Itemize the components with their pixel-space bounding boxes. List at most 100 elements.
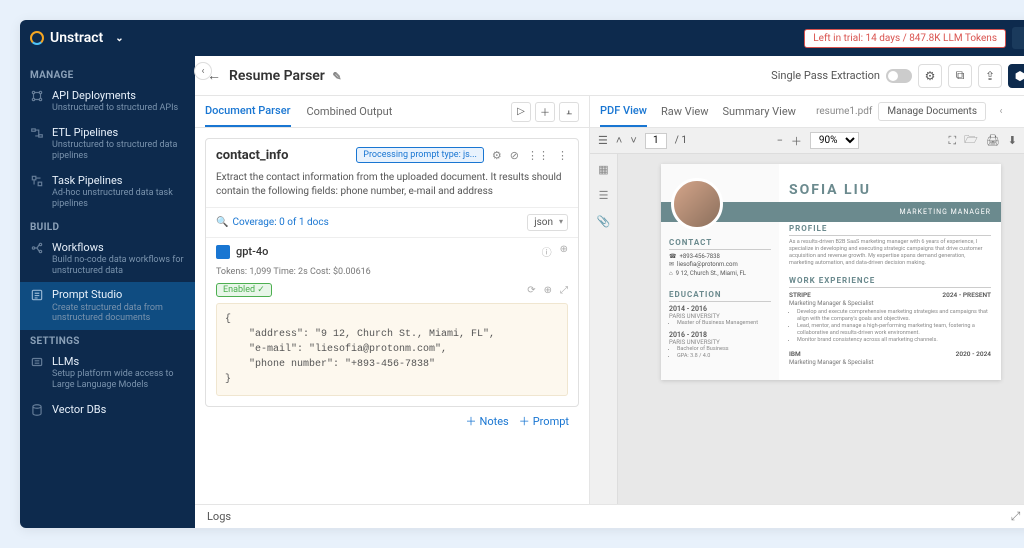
brand-logo-icon xyxy=(30,31,44,45)
llm-icon xyxy=(30,355,44,369)
resume-work-title: WORK EXPERIENCE xyxy=(789,276,991,288)
document-view-pane: PDF View Raw View Summary View resume1.p… xyxy=(590,96,1024,504)
resume-education-title: EDUCATION xyxy=(669,290,771,302)
processing-badge: Processing prompt type: js... xyxy=(356,147,484,163)
single-pass-label: Single Pass Extraction xyxy=(771,69,880,82)
pdf-outline-icon[interactable]: ☰ xyxy=(595,186,613,204)
tab-combined-output[interactable]: Combined Output xyxy=(307,97,393,126)
logs-expand-icon[interactable]: ⤢ xyxy=(1011,509,1021,524)
search-icon: 🔍 xyxy=(216,217,228,228)
sidebar-item-task-pipelines[interactable]: Task PipelinesAd-hoc unstructured data t… xyxy=(20,168,195,216)
model-provider-icon xyxy=(216,245,230,259)
logs-label: Logs xyxy=(207,510,231,523)
tab-document-parser[interactable]: Document Parser xyxy=(205,96,291,127)
prompt-stats: Tokens: 1,099 Time: 2s Cost: $0.00616 xyxy=(206,265,578,283)
share-button[interactable]: ⇪ xyxy=(978,64,1002,88)
add-notes-button[interactable]: ＋Notes xyxy=(466,413,509,429)
pdf-download-icon[interactable]: ⬇ xyxy=(1008,134,1017,147)
resume-document: MARKETING MANAGER CONTACT ☎+893-456-7838… xyxy=(661,164,1001,380)
manage-documents-button[interactable]: Manage Documents xyxy=(878,102,986,121)
email-icon: ✉ xyxy=(669,261,674,269)
pdf-page-total: / 1 xyxy=(675,135,687,146)
tab-summary-view[interactable]: Summary View xyxy=(723,97,796,126)
sidebar-item-llms[interactable]: LLMsSetup platform wide access to Large … xyxy=(20,349,195,397)
plus-icon: ＋ xyxy=(466,413,477,429)
workflow-icon xyxy=(30,241,44,255)
pdf-up-icon[interactable]: ˄ xyxy=(616,134,622,147)
pdf-print-icon[interactable]: 🖨 xyxy=(986,134,1000,147)
result-refresh-icon[interactable]: ⟳ xyxy=(527,285,535,296)
add-button[interactable]: ＋ xyxy=(535,102,555,122)
prompt-studio-icon xyxy=(30,288,44,302)
prompt-card: contact_info Processing prompt type: js.… xyxy=(205,138,579,407)
sidebar-section-build: BUILD xyxy=(20,216,195,235)
play-icon: ▷ xyxy=(517,106,525,117)
next-doc-button[interactable]: › xyxy=(1016,103,1024,121)
sidebar-item-workflows[interactable]: WorkflowsBuild no-code data workflows fo… xyxy=(20,235,195,283)
model-name: gpt-4o xyxy=(236,245,268,258)
format-select[interactable]: json xyxy=(527,214,568,231)
add-prompt-button[interactable]: ＋Prompt xyxy=(519,413,569,429)
pdf-attachments-icon[interactable]: 📎 xyxy=(595,212,613,230)
edit-title-icon[interactable]: ✎ xyxy=(332,70,341,83)
prompt-settings-icon[interactable]: ⚙ xyxy=(492,149,502,162)
pdf-page-input[interactable] xyxy=(645,133,667,149)
pdf-page-view[interactable]: MARKETING MANAGER CONTACT ☎+893-456-7838… xyxy=(618,154,1024,504)
brand-dropdown-icon[interactable]: ⌄ xyxy=(115,33,123,44)
chart-button[interactable]: ⫠ xyxy=(559,102,579,122)
vector-db-icon xyxy=(30,403,44,417)
coverage-indicator[interactable]: 🔍 Coverage: 0 of 1 docs xyxy=(216,217,329,228)
prompt-name: contact_info xyxy=(216,148,348,163)
prev-doc-button[interactable]: ‹ xyxy=(992,103,1010,121)
sidebar-collapse-button[interactable]: ‹ xyxy=(194,62,212,80)
pdf-down-icon[interactable]: ˅ xyxy=(630,134,636,147)
task-icon xyxy=(30,174,44,188)
package-icon: ⬢ xyxy=(1015,69,1024,83)
sidebar-item-etl-pipelines[interactable]: ETL PipelinesUnstructured to structured … xyxy=(20,120,195,168)
prompt-drag-icon[interactable]: ⋮⋮ xyxy=(527,149,549,162)
share-icon: ⇪ xyxy=(985,69,995,83)
model-tune-icon[interactable]: ⊕ xyxy=(560,244,568,259)
user-avatar[interactable] xyxy=(1012,27,1024,49)
package-button[interactable]: ⬢ xyxy=(1008,64,1024,88)
brand-name: Unstract xyxy=(50,30,103,46)
page-title: Resume Parser ✎ xyxy=(229,68,763,84)
pdf-side-toolbar: ▦ ☰ 📎 xyxy=(590,154,618,504)
result-copy-icon[interactable]: ⊕ xyxy=(544,285,552,296)
model-info-icon[interactable]: ⓘ xyxy=(542,244,552,259)
copy-button[interactable]: ⧉ xyxy=(948,64,972,88)
api-icon xyxy=(30,89,44,103)
pdf-zoom-select[interactable]: 90% xyxy=(810,132,859,149)
sidebar-section-manage: MANAGE xyxy=(20,64,195,83)
sidebar-section-settings: SETTINGS xyxy=(20,330,195,349)
tab-raw-view[interactable]: Raw View xyxy=(661,97,709,126)
settings-button[interactable]: ⚙ xyxy=(918,64,942,88)
trial-badge: Left in trial: 14 days / 847.8K LLM Toke… xyxy=(804,29,1006,48)
sidebar: MANAGE API DeploymentsUnstructured to st… xyxy=(20,56,195,528)
enabled-badge: Enabled ✓ xyxy=(216,283,272,297)
pdf-toolbar: ☰ ˄ ˅ / 1 − ＋ 90% ⛶ 🗁 🖨 ⬇ ⋮ xyxy=(590,128,1024,154)
run-button[interactable]: ▷ xyxy=(511,102,531,122)
pdf-thumbnails-icon[interactable]: ▦ xyxy=(595,160,613,178)
page-header: ← Resume Parser ✎ Single Pass Extraction… xyxy=(195,56,1024,96)
result-expand-icon[interactable]: ⤢ xyxy=(560,285,568,296)
prompt-result: { "address": "9 12, Church St., Miami, F… xyxy=(216,303,568,396)
location-icon: ⌂ xyxy=(669,270,673,278)
sidebar-item-vector-dbs[interactable]: Vector DBs xyxy=(20,397,195,423)
filename-label: resume1.pdf xyxy=(816,106,872,117)
pdf-fullscreen-icon[interactable]: ⛶ xyxy=(948,134,956,148)
pdf-zoom-in-icon[interactable]: ＋ xyxy=(791,133,802,149)
pdf-zoom-out-icon[interactable]: − xyxy=(777,134,783,147)
sidebar-item-prompt-studio[interactable]: Prompt StudioCreate structured data from… xyxy=(20,282,195,330)
resume-name: SOFIA LIU xyxy=(789,172,991,200)
pdf-menu-icon[interactable]: ☰ xyxy=(598,134,608,147)
plus-icon: ＋ xyxy=(519,413,530,429)
phone-icon: ☎ xyxy=(669,253,676,261)
single-pass-toggle[interactable] xyxy=(886,69,912,83)
tab-pdf-view[interactable]: PDF View xyxy=(600,96,647,127)
sidebar-item-api-deployments[interactable]: API DeploymentsUnstructured to structure… xyxy=(20,83,195,120)
prompt-delete-icon[interactable]: ⊘ xyxy=(510,149,519,162)
pipeline-icon xyxy=(30,126,44,140)
pdf-open-icon[interactable]: 🗁 xyxy=(964,131,978,150)
prompt-more-icon[interactable]: ⋮ xyxy=(557,149,568,162)
